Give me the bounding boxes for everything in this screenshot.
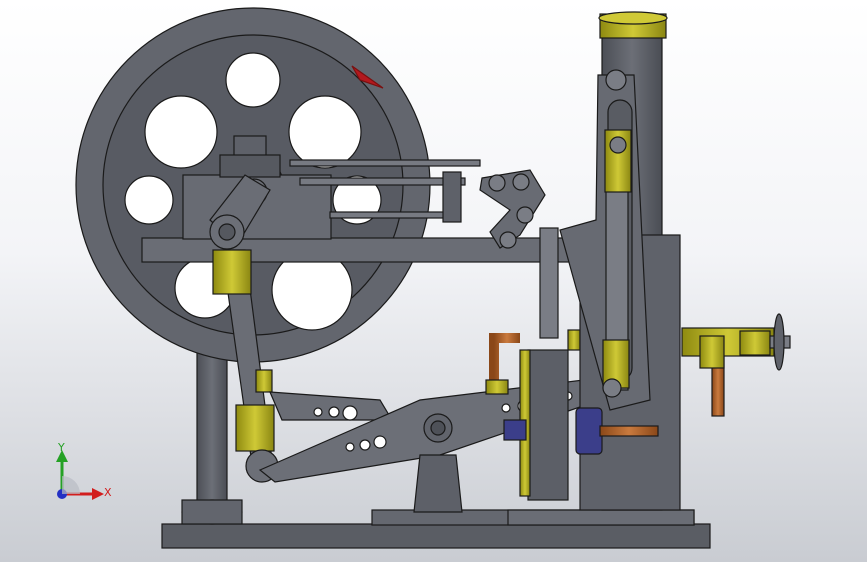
blue-bracket-right[interactable]: [575, 407, 603, 455]
blue-bracket-left: [503, 419, 527, 441]
y-axis-label: Y: [58, 441, 65, 454]
x-axis-label: X: [104, 486, 112, 499]
brass-bearing-upper: [212, 249, 252, 295]
triad-rotation-arc: [62, 476, 80, 494]
valve-chest[interactable]: [527, 349, 569, 501]
piston-rod-middle: [299, 177, 466, 186]
steam-pipe-right[interactable]: [599, 425, 659, 437]
graphics-viewport[interactable]: Y X: [0, 0, 867, 562]
coordinate-triad: [56, 450, 104, 500]
brass-bearing-lower: [235, 404, 275, 452]
steam-pipe-left[interactable]: [489, 333, 520, 384]
crosshead[interactable]: [442, 171, 462, 223]
beam-pedestal[interactable]: [413, 454, 463, 513]
piston-rod-lower: [329, 211, 461, 219]
piston-rod-upper: [289, 159, 481, 167]
frame-beam[interactable]: [141, 237, 587, 263]
steam-engine-model[interactable]: [0, 0, 867, 562]
handwheel[interactable]: [773, 313, 785, 371]
base-step-right: [507, 509, 695, 526]
base-plate[interactable]: [161, 523, 711, 549]
